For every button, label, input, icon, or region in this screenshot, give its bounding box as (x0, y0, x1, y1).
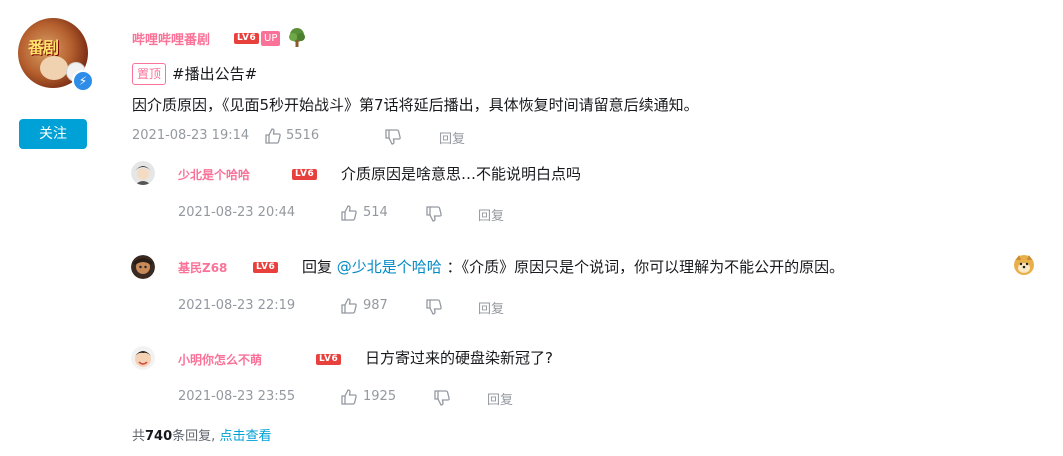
avatar-face (40, 56, 68, 80)
doge-emoji-icon (1013, 254, 1035, 276)
avatar-logo-text: 番剧 (28, 38, 59, 57)
reply-button[interactable]: 回复 (487, 389, 513, 408)
reply-like-count: 514 (363, 205, 388, 220)
dislike-icon[interactable] (433, 389, 451, 407)
reply-button[interactable]: 回复 (478, 205, 504, 224)
like-icon[interactable] (340, 388, 358, 406)
main-like-count: 5516 (286, 128, 320, 143)
reply-text: 日方寄过来的硬盘染新冠了? (365, 349, 553, 367)
main-reply-button[interactable]: 回复 (439, 128, 465, 147)
level-badge: LV6 (316, 354, 342, 365)
like-icon[interactable] (340, 204, 358, 222)
view-all-replies-link[interactable]: 点击查看 (219, 429, 271, 444)
reply-like-count: 987 (363, 298, 388, 313)
reply-time: 2021-08-23 20:44 (178, 205, 296, 220)
reply-button[interactable]: 回复 (478, 298, 504, 317)
main-comment-text: 因介质原因，《见面5秒开始战斗》第7话将延后播出，具体恢复时间请留意后续通知。 (132, 96, 699, 114)
reply-time: 2021-08-23 22:19 (178, 298, 296, 313)
dislike-icon[interactable] (384, 128, 402, 146)
reply-avatar[interactable] (131, 255, 155, 279)
reply-avatar[interactable] (131, 346, 155, 370)
pinned-tag: 置顶 (132, 63, 167, 85)
reply-time: 2021-08-23 23:55 (178, 389, 296, 404)
like-icon[interactable] (340, 297, 358, 315)
footer-prefix: 共 (132, 429, 146, 444)
follow-button[interactable]: 关注 (19, 119, 87, 149)
mention-link[interactable]: @少北是个哈哈 (337, 258, 442, 276)
reply-text: 介质原因是啥意思…不能说明白点吗 (341, 165, 582, 183)
dislike-icon[interactable] (425, 298, 443, 316)
reply-prefix: 回复 (302, 258, 333, 276)
reply-username[interactable]: 小明你怎么不萌 (178, 351, 262, 368)
level-badge: LV6 (292, 169, 318, 180)
reply-username[interactable]: 少北是个哈哈 (178, 166, 250, 183)
reply-text-line: 回复 @少北是个哈哈 ：《介质》原因只是个说词，你可以理解为不能公开的原因。 (302, 256, 844, 277)
hashtag-link[interactable]: #播出公告# (172, 63, 257, 84)
main-comment-time: 2021-08-23 19:14 (132, 128, 250, 143)
reply-total: 740 (145, 429, 173, 444)
dislike-icon[interactable] (425, 205, 443, 223)
reply-count-footer: 共740条回复, 点击查看 (132, 425, 271, 444)
verified-icon: ⚡ (72, 70, 94, 92)
main-username[interactable]: 哔哩哔哩番剧 (132, 29, 210, 48)
reply-username[interactable]: 基民Z68 (178, 259, 227, 276)
like-icon[interactable] (264, 127, 282, 145)
footer-suffix: 条回复, (172, 429, 216, 444)
tree-medal-icon (286, 27, 308, 49)
reply-like-count: 1925 (363, 389, 397, 404)
level-badge: LV6 (253, 262, 279, 273)
level-badge: LV6 (234, 33, 260, 44)
up-badge: UP (261, 31, 281, 46)
reply-text: ：《介质》原因只是个说词，你可以理解为不能公开的原因。 (446, 258, 845, 276)
reply-avatar[interactable] (131, 161, 155, 185)
